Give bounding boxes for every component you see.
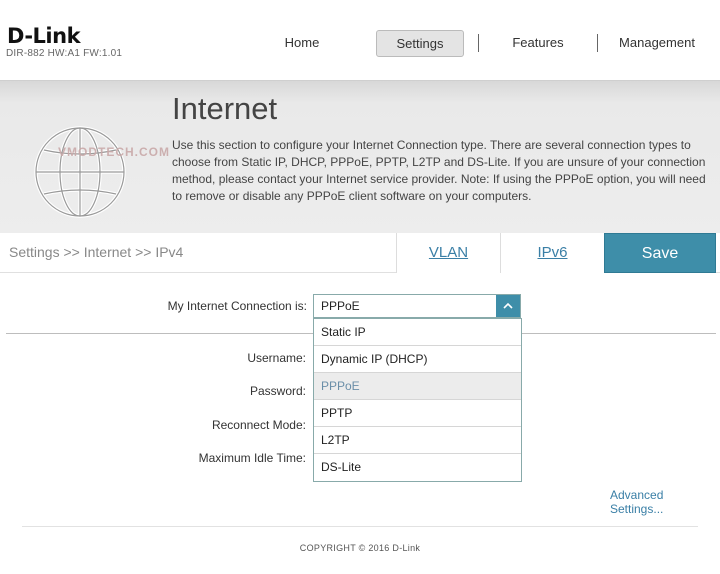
max-idle-time-label: Maximum Idle Time:: [198, 451, 306, 465]
nav-features[interactable]: Features: [479, 30, 597, 56]
page-description: Use this section to configure your Inter…: [172, 138, 706, 203]
dlink-logo: D-Link: [7, 24, 81, 48]
connection-type-label: My Internet Connection is:: [167, 299, 307, 313]
option-l2tp[interactable]: L2TP: [314, 427, 521, 454]
page-title: Internet: [172, 91, 278, 126]
advanced-settings-link[interactable]: Advanced Settings...: [610, 488, 720, 516]
connection-type-dropdown: Static IP Dynamic IP (DHCP) PPPoE PPTP L…: [313, 318, 522, 482]
main-nav: Home Settings Features Management: [258, 29, 716, 57]
nav-home[interactable]: Home: [258, 30, 346, 56]
option-dynamic-ip[interactable]: Dynamic IP (DHCP): [314, 346, 521, 373]
username-label: Username:: [247, 351, 306, 365]
footer-divider: [22, 526, 698, 527]
option-pptp[interactable]: PPTP: [314, 400, 521, 427]
option-static-ip[interactable]: Static IP: [314, 319, 521, 346]
select-value: PPPoE: [321, 299, 360, 313]
connection-type-select[interactable]: PPPoE: [313, 294, 521, 318]
nav-settings[interactable]: Settings: [376, 29, 464, 57]
password-label: Password:: [249, 384, 306, 398]
breadcrumb: Settings >> Internet >> IPv4: [9, 244, 184, 260]
tab-vlan[interactable]: VLAN: [396, 233, 500, 273]
reconnect-mode-label: Reconnect Mode:: [211, 418, 306, 432]
option-pppoe[interactable]: PPPoE: [314, 373, 521, 400]
footer-copyright: COPYRIGHT © 2016 D-Link: [299, 543, 421, 553]
option-ds-lite[interactable]: DS-Lite: [314, 454, 521, 481]
chevron-up-icon[interactable]: [496, 295, 520, 317]
nav-management[interactable]: Management: [598, 30, 716, 56]
model-info: DIR-882 HW:A1 FW:1.01: [6, 48, 123, 59]
watermark-text: VMODTECH.COM: [58, 145, 170, 159]
tab-ipv6[interactable]: IPv6: [500, 233, 604, 273]
save-button[interactable]: Save: [604, 233, 716, 273]
globe-icon: [34, 126, 126, 218]
